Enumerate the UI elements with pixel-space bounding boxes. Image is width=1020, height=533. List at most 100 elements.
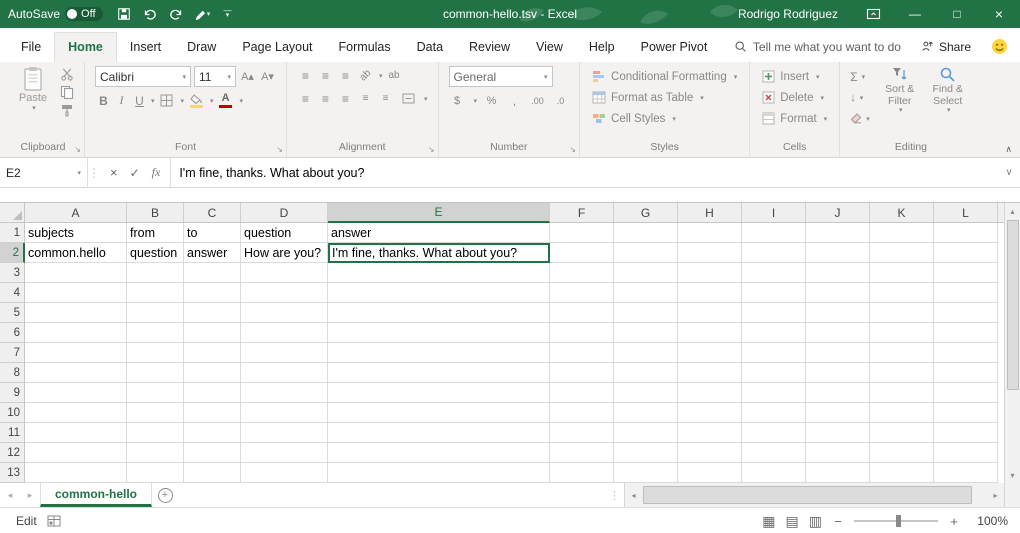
cell-C1[interactable]: to — [184, 223, 241, 243]
cell-I13[interactable] — [742, 463, 806, 483]
cell-styles-button[interactable]: Cell Styles ▾ — [590, 108, 739, 129]
conditional-formatting-button[interactable]: Conditional Formatting ▾ — [590, 66, 739, 87]
clear-button[interactable]: ▾ — [850, 109, 870, 128]
fill-button[interactable]: ↓ ▾ — [850, 88, 870, 107]
row-header-12[interactable]: 12 — [0, 443, 25, 463]
accounting-format-button[interactable]: $ — [449, 91, 466, 110]
cell-G4[interactable] — [614, 283, 678, 303]
underline-button[interactable]: U — [131, 91, 148, 110]
cell-A11[interactable] — [25, 423, 127, 443]
enter-button[interactable]: ✓ — [130, 166, 140, 180]
cell-B8[interactable] — [127, 363, 184, 383]
cell-K9[interactable] — [870, 383, 934, 403]
close-button[interactable]: × — [978, 0, 1020, 28]
tab-view[interactable]: View — [523, 33, 576, 62]
row-header-9[interactable]: 9 — [0, 383, 25, 403]
number-format-combo[interactable]: General ▾ — [449, 66, 553, 87]
cell-I4[interactable] — [742, 283, 806, 303]
cell-K11[interactable] — [870, 423, 934, 443]
tab-help[interactable]: Help — [576, 33, 628, 62]
cell-I12[interactable] — [742, 443, 806, 463]
cell-D2[interactable]: How are you? — [241, 243, 328, 263]
customize-quick-access-toolbar-button[interactable]: —▾ — [217, 2, 239, 26]
row-header-3[interactable]: 3 — [0, 263, 25, 283]
cell-E10[interactable] — [328, 403, 550, 423]
column-header-f[interactable]: F — [550, 203, 614, 223]
cell-F9[interactable] — [550, 383, 614, 403]
cell-H6[interactable] — [678, 323, 742, 343]
cell-L4[interactable] — [934, 283, 998, 303]
cell-H4[interactable] — [678, 283, 742, 303]
cell-A9[interactable] — [25, 383, 127, 403]
cell-B10[interactable] — [127, 403, 184, 423]
cell-B9[interactable] — [127, 383, 184, 403]
cell-B7[interactable] — [127, 343, 184, 363]
cell-A4[interactable] — [25, 283, 127, 303]
cell-K13[interactable] — [870, 463, 934, 483]
find-and-select-button[interactable]: Find & Select ▾ — [924, 66, 972, 140]
cell-D11[interactable] — [241, 423, 328, 443]
cell-D7[interactable] — [241, 343, 328, 363]
autosum-button[interactable]: Σ ▾ — [850, 67, 870, 86]
cell-A7[interactable] — [25, 343, 127, 363]
cell-I10[interactable] — [742, 403, 806, 423]
insert-function-button[interactable]: fx — [152, 165, 161, 180]
cell-K3[interactable] — [870, 263, 934, 283]
row-header-2[interactable]: 2 — [0, 243, 25, 263]
cell-H13[interactable] — [678, 463, 742, 483]
font-size-combo[interactable]: 11 ▾ — [194, 66, 236, 87]
italic-button[interactable]: I — [113, 91, 130, 110]
cell-B6[interactable] — [127, 323, 184, 343]
cell-H10[interactable] — [678, 403, 742, 423]
decrease-font-size-button[interactable]: A▾ — [259, 67, 276, 86]
cell-E6[interactable] — [328, 323, 550, 343]
cell-F10[interactable] — [550, 403, 614, 423]
tab-home[interactable]: Home — [54, 32, 117, 62]
feedback-smiley-button[interactable] — [991, 38, 1008, 55]
column-header-h[interactable]: H — [678, 203, 742, 223]
cell-J12[interactable] — [806, 443, 870, 463]
cell-L3[interactable] — [934, 263, 998, 283]
cell-A1[interactable]: subjects — [25, 223, 127, 243]
cell-G2[interactable] — [614, 243, 678, 263]
borders-button[interactable] — [156, 91, 178, 110]
wrap-text-button[interactable]: ab — [386, 66, 403, 85]
normal-view-button[interactable]: ▦ — [762, 513, 775, 530]
tell-me-search[interactable]: Tell me what you want to do — [734, 40, 901, 54]
cell-C8[interactable] — [184, 363, 241, 383]
comma-style-button[interactable]: , — [506, 91, 523, 110]
cell-G9[interactable] — [614, 383, 678, 403]
cell-A10[interactable] — [25, 403, 127, 423]
column-header-a[interactable]: A — [25, 203, 127, 223]
cell-H1[interactable] — [678, 223, 742, 243]
cell-G8[interactable] — [614, 363, 678, 383]
cell-G13[interactable] — [614, 463, 678, 483]
insert-cells-button[interactable]: Insert ▾ — [760, 66, 829, 87]
cell-G10[interactable] — [614, 403, 678, 423]
sheet-tab-common-hello[interactable]: common-hello — [40, 483, 152, 507]
format-painter-button[interactable] — [60, 103, 74, 117]
cell-K5[interactable] — [870, 303, 934, 323]
increase-font-size-button[interactable]: A▴ — [239, 67, 256, 86]
cell-F1[interactable] — [550, 223, 614, 243]
previous-sheet-button[interactable]: ◂ — [0, 483, 20, 507]
decrease-indent-button[interactable]: ≡ — [357, 89, 374, 108]
cell-I6[interactable] — [742, 323, 806, 343]
tab-power-pivot[interactable]: Power Pivot — [628, 33, 721, 62]
percent-style-button[interactable]: % — [483, 91, 500, 110]
cell-C13[interactable] — [184, 463, 241, 483]
tab-page-layout[interactable]: Page Layout — [229, 33, 325, 62]
tab-data[interactable]: Data — [404, 33, 456, 62]
format-cells-button[interactable]: Format ▾ — [760, 108, 829, 129]
row-header-10[interactable]: 10 — [0, 403, 25, 423]
cell-K1[interactable] — [870, 223, 934, 243]
cell-J7[interactable] — [806, 343, 870, 363]
row-header-13[interactable]: 13 — [0, 463, 25, 483]
cell-E9[interactable] — [328, 383, 550, 403]
cell-C4[interactable] — [184, 283, 241, 303]
cell-A6[interactable] — [25, 323, 127, 343]
horizontal-scrollbar[interactable]: ◂ ▸ — [624, 483, 1004, 507]
clipboard-dialog-launcher[interactable]: ↘ — [74, 145, 81, 154]
cell-B11[interactable] — [127, 423, 184, 443]
bold-button[interactable]: B — [95, 91, 112, 110]
